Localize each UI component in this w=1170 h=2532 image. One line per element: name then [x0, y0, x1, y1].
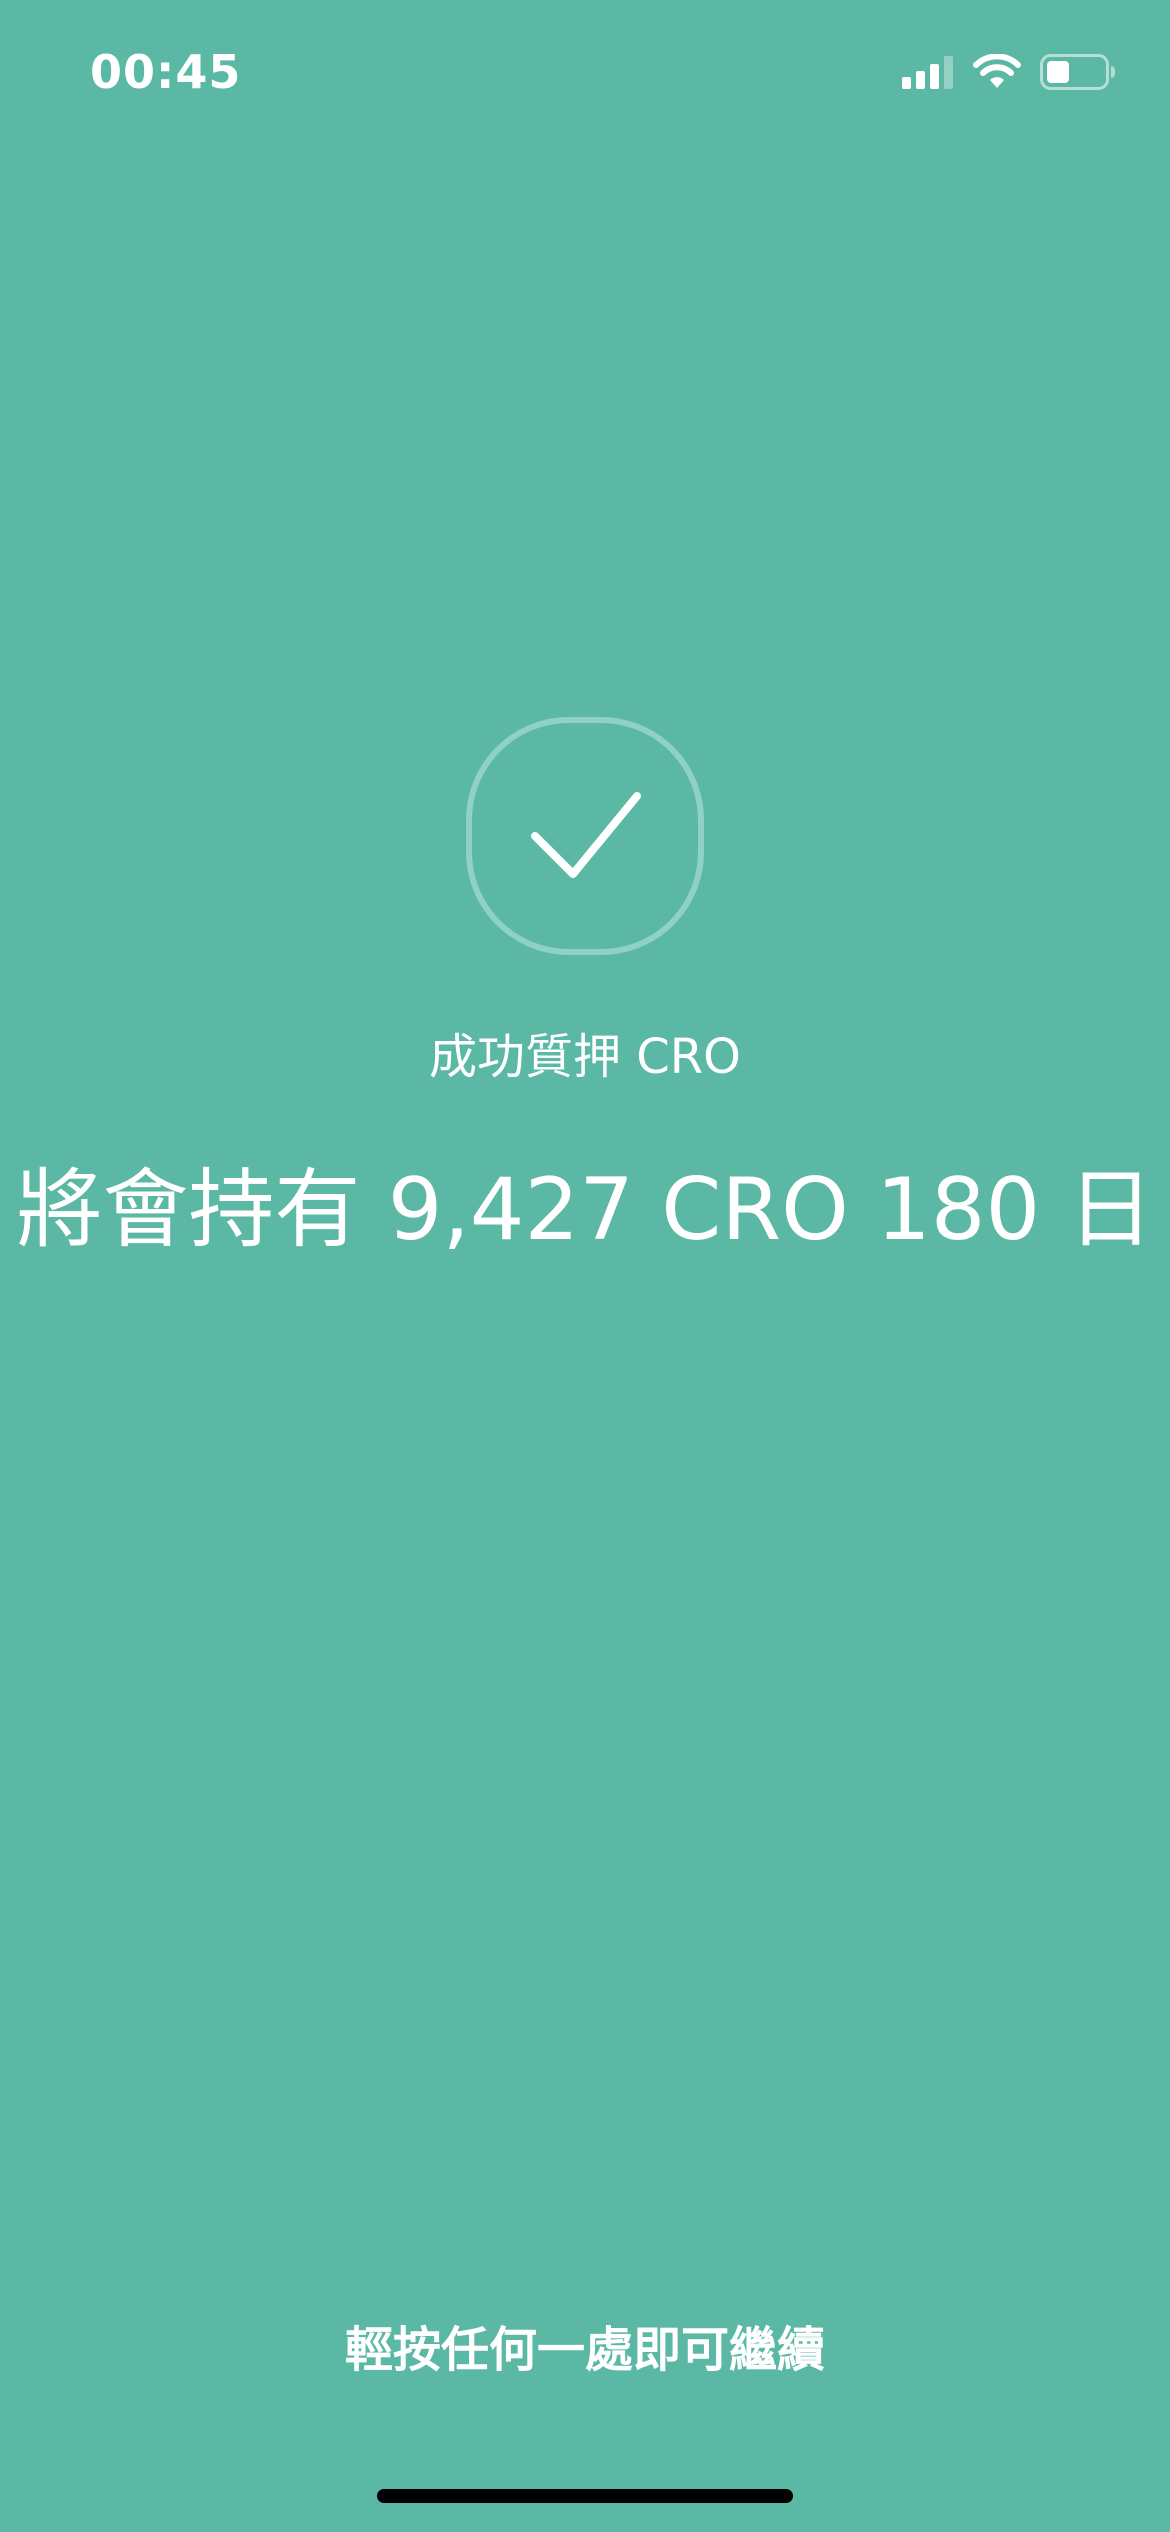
stake-summary-headline: 將會持有 9,427 CRO 180 日 [16, 1160, 1154, 1260]
tap-to-continue-area[interactable]: 00:45 成功質押 CRO 將會持有 9,427 CRO 180 日 輕按任何… [0, 0, 1170, 2532]
continue-hint: 輕按任何一處即可繼續 [344, 2322, 825, 2378]
status-icons [902, 52, 1116, 92]
cellular-signal-icon [902, 55, 954, 89]
stake-success-subtitle: 成功質押 CRO [429, 1029, 741, 1085]
checkmark-icon [466, 717, 704, 955]
battery-icon [1040, 54, 1116, 90]
status-bar: 00:45 [0, 0, 1170, 140]
wifi-icon [972, 54, 1022, 90]
status-time: 00:45 [90, 45, 242, 99]
home-indicator[interactable] [377, 2489, 793, 2503]
success-badge [465, 716, 705, 956]
